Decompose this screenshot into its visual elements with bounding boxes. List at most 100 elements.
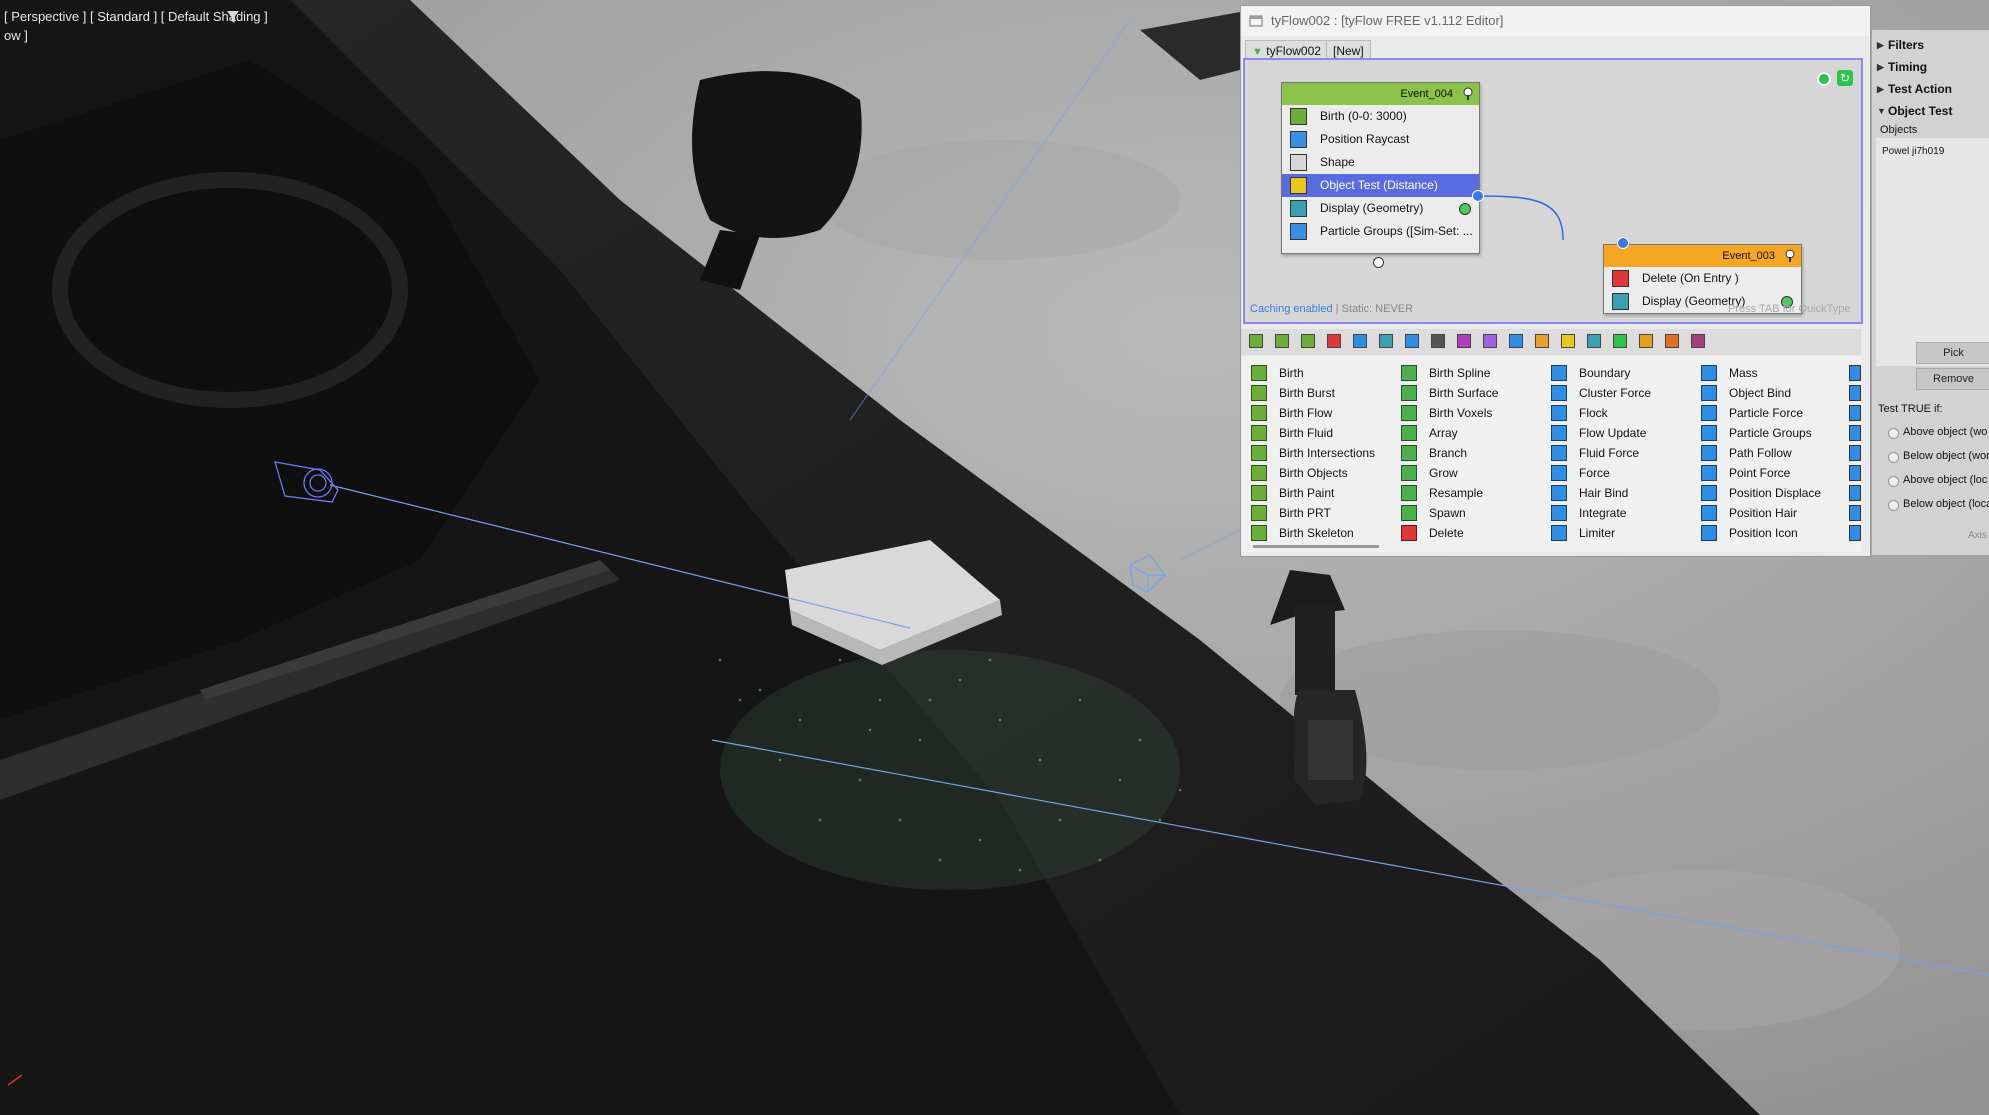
- refresh-icon[interactable]: ↻: [1837, 70, 1853, 86]
- operator-icon[interactable]: [1849, 445, 1861, 461]
- palette-item[interactable]: Birth Fluid: [1249, 423, 1333, 443]
- category-filter-icon[interactable]: [1509, 334, 1523, 348]
- palette-item[interactable]: Hair Bind: [1549, 483, 1628, 503]
- palette-item[interactable]: Flow Update: [1549, 423, 1646, 443]
- operator-label: Birth (0-0: 3000): [1320, 109, 1407, 123]
- event-header[interactable]: Event_004: [1282, 83, 1479, 105]
- radio-above-local[interactable]: [1888, 476, 1899, 487]
- category-filter-icon[interactable]: [1691, 334, 1705, 348]
- filter-icon[interactable]: [226, 10, 240, 24]
- pick-button[interactable]: Pick: [1916, 342, 1989, 364]
- section-filters[interactable]: ▶ Filters: [1872, 34, 1989, 56]
- palette-item[interactable]: Birth Spline: [1399, 363, 1490, 383]
- palette-item[interactable]: Position Displace: [1699, 483, 1821, 503]
- operator-icon[interactable]: [1849, 385, 1861, 401]
- title-bar[interactable]: tyFlow002 : [tyFlow FREE v1.112 Editor]: [1241, 6, 1870, 36]
- event-node-004[interactable]: Event_004 Birth (0-0: 3000) Position Ray…: [1281, 82, 1480, 254]
- category-filter-icon[interactable]: [1379, 334, 1393, 348]
- radio-below-world[interactable]: [1888, 452, 1899, 463]
- operator-birth[interactable]: Birth (0-0: 3000): [1282, 105, 1479, 128]
- palette-item[interactable]: Birth Voxels: [1399, 403, 1492, 423]
- palette-item[interactable]: Particle Groups: [1699, 423, 1812, 443]
- object-list-item[interactable]: Powel ji7h019: [1882, 146, 1944, 157]
- operator-particle-groups[interactable]: Particle Groups ([Sim-Set: ...: [1282, 220, 1479, 243]
- palette-item[interactable]: Object Bind: [1699, 383, 1791, 403]
- category-filter-icon[interactable]: [1561, 334, 1575, 348]
- category-filter-icon[interactable]: [1665, 334, 1679, 348]
- palette-item[interactable]: Force: [1549, 463, 1610, 483]
- enable-flow-icon[interactable]: [1817, 72, 1831, 86]
- output-socket[interactable]: [1472, 190, 1484, 202]
- category-filter-icon[interactable]: [1301, 334, 1315, 348]
- palette-item[interactable]: Point Force: [1699, 463, 1790, 483]
- palette-item[interactable]: Birth PRT: [1249, 503, 1331, 523]
- operator-icon: [1551, 525, 1567, 541]
- operator-icon[interactable]: [1849, 485, 1861, 501]
- operator-icon[interactable]: [1849, 405, 1861, 421]
- operator-icon[interactable]: [1849, 365, 1861, 381]
- category-filter-icon[interactable]: [1457, 334, 1471, 348]
- palette-item[interactable]: Grow: [1399, 463, 1458, 483]
- event-socket[interactable]: [1373, 257, 1384, 268]
- palette-item[interactable]: Birth Intersections: [1249, 443, 1375, 463]
- category-filter-icon[interactable]: [1431, 334, 1445, 348]
- category-filter-icon[interactable]: [1249, 334, 1263, 348]
- palette-item[interactable]: Boundary: [1549, 363, 1630, 383]
- operator-object-test[interactable]: Object Test (Distance): [1282, 174, 1479, 197]
- palette-item[interactable]: Birth: [1249, 363, 1304, 383]
- category-filter-icon[interactable]: [1613, 334, 1627, 348]
- palette-item[interactable]: Resample: [1399, 483, 1483, 503]
- palette-item[interactable]: Branch: [1399, 443, 1467, 463]
- operator-delete[interactable]: Delete (On Entry ): [1604, 267, 1801, 290]
- category-filter-icon[interactable]: [1639, 334, 1653, 348]
- operator-icon[interactable]: [1849, 525, 1861, 541]
- flow-graph-canvas[interactable]: ↻ Event_004 Birth (0-0: 3000) Position R…: [1243, 58, 1863, 324]
- palette-item[interactable]: Position Hair: [1699, 503, 1797, 523]
- palette-item[interactable]: Array: [1399, 423, 1458, 443]
- palette-item[interactable]: Cluster Force: [1549, 383, 1651, 403]
- section-timing[interactable]: ▶ Timing: [1872, 56, 1989, 78]
- section-test-action[interactable]: ▶ Test Action: [1872, 78, 1989, 100]
- palette-item[interactable]: Birth Objects: [1249, 463, 1348, 483]
- operator-shape[interactable]: Shape: [1282, 151, 1479, 174]
- input-socket[interactable]: [1617, 237, 1629, 249]
- category-filter-icon[interactable]: [1587, 334, 1601, 348]
- palette-item[interactable]: Birth Paint: [1249, 483, 1334, 503]
- palette-item[interactable]: Integrate: [1549, 503, 1626, 523]
- radio-below-local[interactable]: [1888, 500, 1899, 511]
- palette-item[interactable]: Birth Surface: [1399, 383, 1498, 403]
- palette-item[interactable]: Position Icon: [1699, 523, 1798, 543]
- palette-item[interactable]: Birth Burst: [1249, 383, 1335, 403]
- pin-icon[interactable]: [1462, 87, 1474, 100]
- objects-list[interactable]: [1876, 138, 1989, 366]
- palette-item[interactable]: Delete: [1399, 523, 1464, 543]
- section-object-test[interactable]: ▼ Object Test: [1872, 100, 1989, 122]
- operator-position-raycast[interactable]: Position Raycast: [1282, 128, 1479, 151]
- palette-scrollbar[interactable]: [1253, 545, 1379, 548]
- palette-item[interactable]: Mass: [1699, 363, 1758, 383]
- palette-item[interactable]: Limiter: [1549, 523, 1615, 543]
- operator-display[interactable]: Display (Geometry): [1282, 197, 1479, 220]
- operator-icon[interactable]: [1849, 505, 1861, 521]
- category-filter-icon[interactable]: [1483, 334, 1497, 348]
- event-header[interactable]: Event_003: [1604, 245, 1801, 267]
- palette-item[interactable]: Fluid Force: [1549, 443, 1639, 463]
- category-filter-icon[interactable]: [1535, 334, 1549, 348]
- category-filter-icon[interactable]: [1275, 334, 1289, 348]
- palette-item[interactable]: Particle Force: [1699, 403, 1803, 423]
- display-color-swatch[interactable]: [1459, 203, 1471, 215]
- category-filter-icon[interactable]: [1353, 334, 1367, 348]
- palette-item[interactable]: Birth Flow: [1249, 403, 1332, 423]
- palette-item[interactable]: Birth Skeleton: [1249, 523, 1354, 543]
- operator-icon[interactable]: [1849, 425, 1861, 441]
- operator-icon[interactable]: [1849, 465, 1861, 481]
- remove-button[interactable]: Remove: [1916, 368, 1989, 390]
- palette-item[interactable]: Flock: [1549, 403, 1608, 423]
- palette-item[interactable]: Path Follow: [1699, 443, 1792, 463]
- palette-item[interactable]: Spawn: [1399, 503, 1466, 523]
- category-filter-icon[interactable]: [1405, 334, 1419, 348]
- radio-above-world[interactable]: [1888, 428, 1899, 439]
- raycast-icon: [1290, 131, 1307, 148]
- category-filter-icon[interactable]: [1327, 334, 1341, 348]
- pin-icon[interactable]: [1784, 249, 1796, 262]
